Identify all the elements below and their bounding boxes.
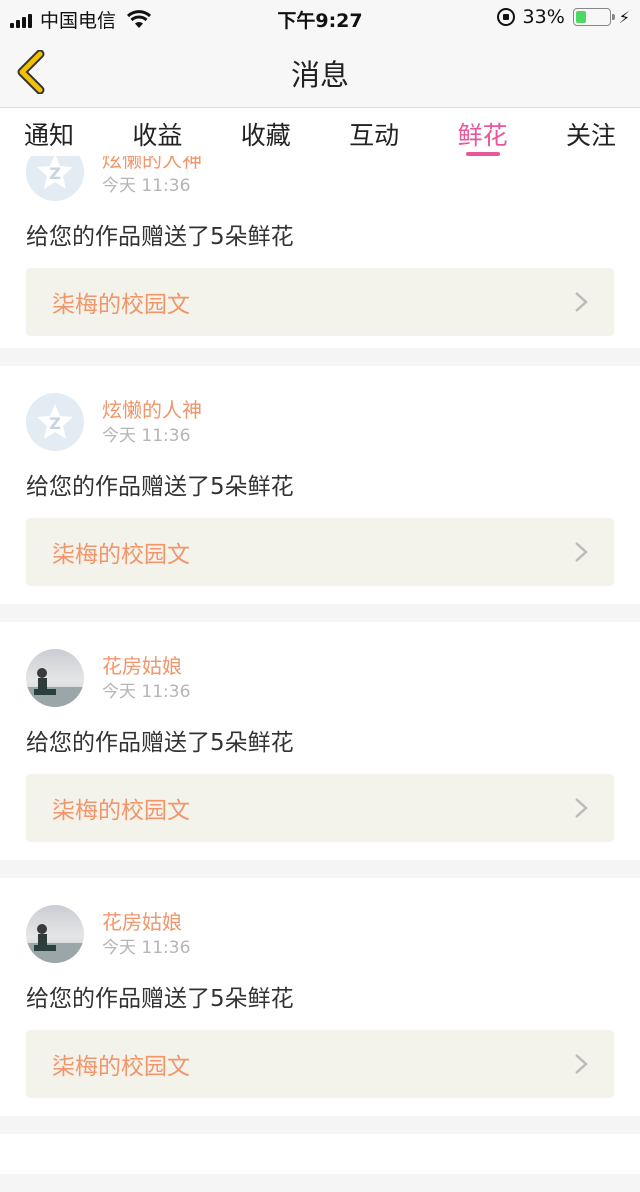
message-time: 今天 11:36: [102, 682, 191, 702]
sender-name[interactable]: 炫懒的人神: [102, 156, 202, 173]
message-list: Z 炫懒的人神 今天 11:36 给您的作品赠送了5朵鲜花 柒梅的校园文 Z 炫…: [0, 156, 640, 1192]
photo-avatar[interactable]: [26, 905, 84, 963]
charging-icon: ⚡︎: [618, 7, 630, 27]
work-link[interactable]: 柒梅的校园文: [26, 518, 614, 586]
svg-text:Z: Z: [49, 164, 61, 183]
message-card: Z 炫懒的人神 今天 11:36 给您的作品赠送了5朵鲜花 柒梅的校园文: [0, 366, 640, 604]
message-text: 给您的作品赠送了5朵鲜花: [26, 730, 294, 756]
work-title: 柒梅的校园文: [52, 798, 190, 824]
message-text: 给您的作品赠送了5朵鲜花: [26, 224, 294, 250]
work-link[interactable]: 柒梅的校园文: [26, 1030, 614, 1098]
default-avatar-icon[interactable]: Z: [26, 393, 84, 451]
rotation-lock-icon: [496, 8, 515, 26]
tab-interactions[interactable]: 互动: [349, 108, 399, 156]
message-time: 今天 11:36: [102, 176, 191, 196]
chevron-right-icon: [575, 542, 588, 562]
work-title: 柒梅的校园文: [52, 292, 190, 318]
page-title: 消息: [290, 58, 349, 92]
message-card-partial: [0, 1134, 640, 1174]
message-header: 花房姑娘 今天 11:36: [26, 648, 614, 708]
message-card: Z 炫懒的人神 今天 11:36 给您的作品赠送了5朵鲜花 柒梅的校园文: [0, 156, 640, 348]
message-text: 给您的作品赠送了5朵鲜花: [26, 474, 294, 500]
message-card: 花房姑娘 今天 11:36 给您的作品赠送了5朵鲜花 柒梅的校园文: [0, 878, 640, 1116]
default-avatar-icon[interactable]: Z: [26, 156, 84, 201]
chevron-right-icon: [575, 292, 588, 312]
message-text: 给您的作品赠送了5朵鲜花: [26, 986, 294, 1012]
message-time: 今天 11:36: [102, 426, 191, 446]
chevron-right-icon: [575, 798, 588, 818]
sender-name[interactable]: 花房姑娘: [102, 909, 190, 935]
message-header: Z 炫懒的人神 今天 11:36: [26, 392, 614, 452]
message-card: 花房姑娘 今天 11:36 给您的作品赠送了5朵鲜花 柒梅的校园文: [0, 622, 640, 860]
tab-earnings[interactable]: 收益: [132, 108, 182, 156]
nav-bar: 消息: [0, 36, 640, 108]
photo-avatar[interactable]: [26, 649, 84, 707]
sender-name[interactable]: 炫懒的人神: [102, 397, 202, 423]
message-header: 花房姑娘 今天 11:36: [26, 904, 614, 964]
tab-flowers[interactable]: 鲜花: [458, 108, 508, 156]
tab-notifications[interactable]: 通知: [24, 108, 74, 156]
chevron-right-icon: [575, 1054, 588, 1074]
tab-following[interactable]: 关注: [566, 108, 616, 156]
status-bar: 中国电信 下午9:27 33% ⚡︎: [0, 0, 640, 36]
message-time: 今天 11:36: [102, 938, 191, 958]
work-title: 柒梅的校园文: [52, 1054, 190, 1080]
svg-text:Z: Z: [49, 414, 61, 433]
battery-icon: [572, 8, 615, 26]
message-header: Z 炫懒的人神 今天 11:36: [26, 156, 614, 202]
tab-favorites[interactable]: 收藏: [241, 108, 291, 156]
sender-name[interactable]: 花房姑娘: [102, 653, 190, 679]
tab-bar: 通知 收益 收藏 互动 鲜花 关注: [0, 108, 640, 156]
work-link[interactable]: 柒梅的校园文: [26, 774, 614, 842]
battery-percent: 33%: [522, 6, 565, 28]
work-title: 柒梅的校园文: [52, 542, 190, 568]
status-right: 33% ⚡︎: [496, 6, 630, 28]
work-link[interactable]: 柒梅的校园文: [26, 268, 614, 336]
